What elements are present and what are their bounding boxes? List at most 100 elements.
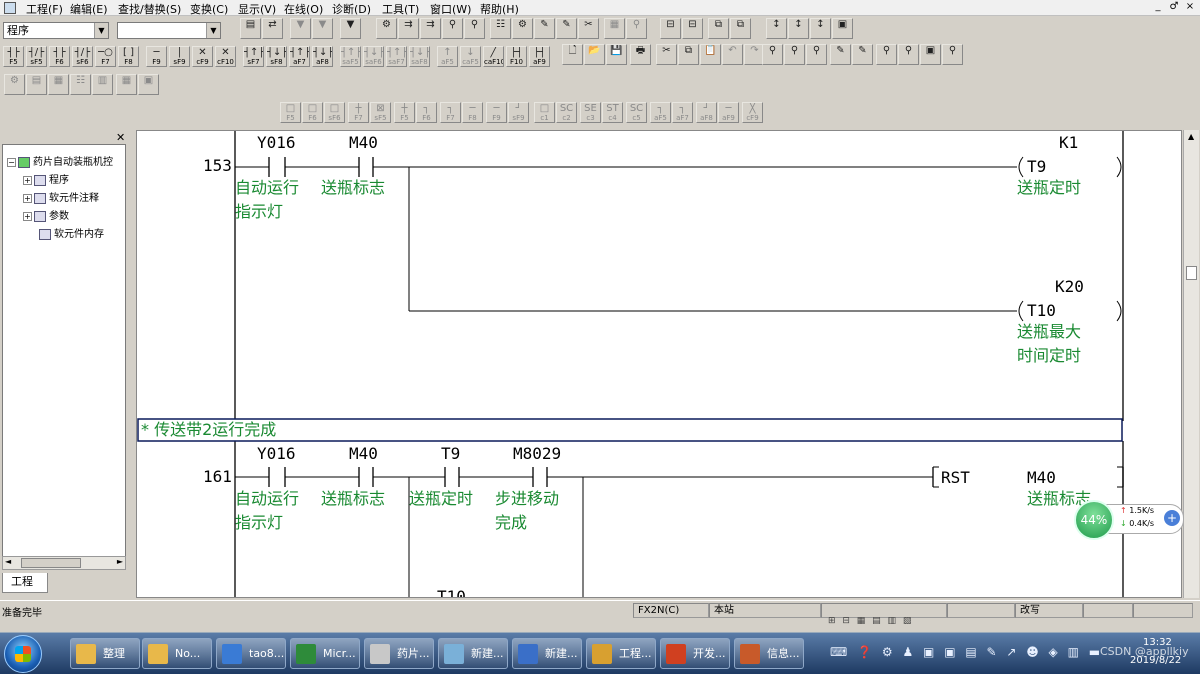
ladder-tool-caf5-button[interactable]: ↓ caF5 — [460, 46, 481, 67]
sfc-tool-af8-18-button[interactable]: ┘ aF8 — [696, 102, 717, 123]
sfc-tool-af7-17-button[interactable]: ┐ aF7 — [672, 102, 693, 123]
contact-device[interactable]: Y016 — [257, 133, 296, 152]
ladder-tool-cf10-button[interactable]: ✕ cF10 — [215, 46, 236, 67]
toolbar-icon-20-button[interactable]: ⧉ — [730, 18, 751, 39]
ladder-tool-f7-button[interactable]: ─○ F7 — [95, 46, 116, 67]
ladder-tool-cf9-button[interactable]: ✕ cF9 — [192, 46, 213, 67]
file-toolbar-icon-10-button[interactable]: ⚲ — [784, 44, 805, 65]
file-toolbar-icon-1-button[interactable]: 📂 — [584, 44, 605, 65]
tab-project[interactable]: 工程 — [2, 573, 48, 593]
sfc-tool-f5-0-button[interactable]: □ F5 — [280, 102, 301, 123]
taskbar-button[interactable]: No... — [142, 638, 212, 669]
toolbar-icon-12-button[interactable]: ✎ — [534, 18, 555, 39]
statement-comment[interactable]: * 传送带2运行完成 — [141, 418, 276, 442]
ladder-tool-caf10-button[interactable]: ╱ caF10 — [483, 46, 504, 67]
toolbar-icon-1-button[interactable]: ⇄ — [262, 18, 283, 39]
cpu-percent-circle[interactable]: 44% — [1074, 500, 1114, 540]
scroll-thumb[interactable] — [1186, 266, 1197, 280]
misc-toolbar-icon-5-button[interactable]: ▦ — [116, 74, 137, 95]
menu-project[interactable]: 工程(F) — [26, 1, 63, 17]
sfc-tool-sf6-2-button[interactable]: □ sF6 — [324, 102, 345, 123]
toolbar-icon-24-button[interactable]: ▣ — [832, 18, 853, 39]
sfc-tool-c1-11-button[interactable]: □ c1 — [534, 102, 555, 123]
menu-edit[interactable]: 编辑(E) — [70, 1, 108, 17]
ladder-tool-af7-button[interactable]: ┤↑├ aF7 — [289, 46, 310, 67]
ladder-tool-f6-button[interactable]: ┤├ F6 — [49, 46, 70, 67]
sfc-tool-af5-16-button[interactable]: ┐ aF5 — [650, 102, 671, 123]
misc-toolbar-icon-6-button[interactable]: ▣ — [138, 74, 159, 95]
ladder-tool-sf9-button[interactable]: │ sF9 — [169, 46, 190, 67]
contact-device[interactable]: M8029 — [513, 444, 561, 463]
contact-device[interactable]: Y016 — [257, 444, 296, 463]
misc-toolbar-icon-3-button[interactable]: ☷ — [70, 74, 91, 95]
sfc-tool-sf9-10-button[interactable]: ┘ sF9 — [508, 102, 529, 123]
sfc-tool-f5-5-button[interactable]: ┼ F5 — [394, 102, 415, 123]
sfc-tool-f7-7-button[interactable]: ┐ F7 — [440, 102, 461, 123]
sfc-tool-af9-19-button[interactable]: ─ aF9 — [718, 102, 739, 123]
network-meter[interactable]: 44% ↑ 1.5K/s ↓ 0.4K/s + — [1074, 500, 1184, 540]
ladder-tool-saf7-button[interactable]: ┤↑├ saF7 — [386, 46, 407, 67]
taskbar-button[interactable]: tao8... — [216, 638, 286, 669]
file-toolbar-icon-2-button[interactable]: 💾 — [606, 44, 627, 65]
tree-horizontal-scrollbar[interactable]: ◄ ► — [2, 556, 126, 570]
file-toolbar-icon-9-button[interactable]: ⚲ — [762, 44, 783, 65]
toolbar-icon-21-button[interactable]: ↕ — [766, 18, 787, 39]
ladder-tool-f10-button[interactable]: ├┤ F10 — [506, 46, 527, 67]
taskbar-button[interactable]: 工程... — [586, 638, 656, 669]
sfc-tool-f9-9-button[interactable]: ─ F9 — [486, 102, 507, 123]
toolbar-icon-2-button[interactable]: ▼ — [290, 18, 311, 39]
sfc-tool-f7-3-button[interactable]: ┼ F7 — [348, 102, 369, 123]
file-toolbar-icon-4-button[interactable]: ✂ — [656, 44, 677, 65]
toolbar-icon-9-button[interactable]: ⚲ — [464, 18, 485, 39]
sfc-tool-c5-15-button[interactable]: SC c5 — [626, 102, 647, 123]
minimize-button[interactable]: _ — [1150, 0, 1166, 14]
file-toolbar-icon-14-button[interactable]: ⚲ — [876, 44, 897, 65]
file-toolbar-icon-7-button[interactable]: ↶ — [722, 44, 743, 65]
ladder-tool-sf5-button[interactable]: ┤/├ sF5 — [26, 46, 47, 67]
ladder-tool-af9-button[interactable]: ├┤ aF9 — [529, 46, 550, 67]
expand-plus-icon[interactable]: + — [1164, 510, 1180, 526]
ladder-tool-saf8-button[interactable]: ┤↓├ saF8 — [409, 46, 430, 67]
tree-item-comments[interactable]: + 软元件注释 — [23, 189, 99, 204]
toolbar-icon-13-button[interactable]: ✎ — [556, 18, 577, 39]
expand-icon[interactable]: + — [23, 193, 32, 203]
misc-toolbar-icon-4-button[interactable]: ▥ — [92, 74, 113, 95]
toolbar-icon-5-button[interactable]: ⚙ — [376, 18, 397, 39]
toolbar-icon-22-button[interactable]: ↕ — [788, 18, 809, 39]
panel-close-icon[interactable]: ✕ — [116, 131, 125, 144]
menu-find-replace[interactable]: 查找/替换(S) — [118, 1, 181, 17]
close-button[interactable]: × — [1182, 0, 1198, 14]
ladder-editor[interactable]: 153 Y016 M40 自动运行 指示灯 送瓶标志 K1 T9 送瓶定时 K20… — [136, 130, 1182, 598]
taskbar-button[interactable]: Micr... — [290, 638, 360, 669]
tree-item-program[interactable]: + 程序 — [23, 171, 69, 186]
toolbar-icon-11-button[interactable]: ⚙ — [512, 18, 533, 39]
ladder-tool-f5-button[interactable]: ┤├ F5 — [3, 46, 24, 67]
coil-device[interactable]: T9 — [1027, 157, 1046, 176]
toolbar-icon-0-button[interactable]: ▤ — [240, 18, 261, 39]
scroll-right-icon[interactable]: ► — [117, 557, 123, 566]
toolbar-icon-3-button[interactable]: ▼ — [312, 18, 333, 39]
toolbar-icon-16-button[interactable]: ⚲ — [626, 18, 647, 39]
taskbar-button[interactable]: 药片... — [364, 638, 434, 669]
ladder-tool-f9-button[interactable]: ─ F9 — [146, 46, 167, 67]
secondary-select[interactable]: ▼ — [117, 22, 221, 39]
sfc-tool-f6-1-button[interactable]: □ F6 — [302, 102, 323, 123]
sfc-tool-f6-6-button[interactable]: ┐ F6 — [416, 102, 437, 123]
file-toolbar-icon-17-button[interactable]: ⚲ — [942, 44, 963, 65]
ladder-tool-sf8-button[interactable]: ┤↓├ sF8 — [266, 46, 287, 67]
file-toolbar-icon-3-button[interactable]: 🖶 — [630, 44, 651, 65]
toolbar-icon-23-button[interactable]: ↕ — [810, 18, 831, 39]
instruction-operand[interactable]: M40 — [1027, 468, 1056, 487]
file-toolbar-icon-13-button[interactable]: ✎ — [852, 44, 873, 65]
taskbar-button[interactable]: 新建... — [438, 638, 508, 669]
sfc-tool-c3-13-button[interactable]: SE c3 — [580, 102, 601, 123]
sfc-tool-f8-8-button[interactable]: ─ F8 — [462, 102, 483, 123]
toolbar-icon-7-button[interactable]: ⇉ — [420, 18, 441, 39]
sfc-tool-c2-12-button[interactable]: SC c2 — [556, 102, 577, 123]
misc-toolbar-icon-1-button[interactable]: ▤ — [26, 74, 47, 95]
toolbar-icon-4-button[interactable]: ▼ — [340, 18, 361, 39]
sfc-tool-sf5-4-button[interactable]: ⊠ sF5 — [370, 102, 391, 123]
coil-device[interactable]: T10 — [1027, 301, 1056, 320]
taskbar-button[interactable]: 开发... — [660, 638, 730, 669]
contact-device[interactable]: T10 — [437, 587, 466, 597]
